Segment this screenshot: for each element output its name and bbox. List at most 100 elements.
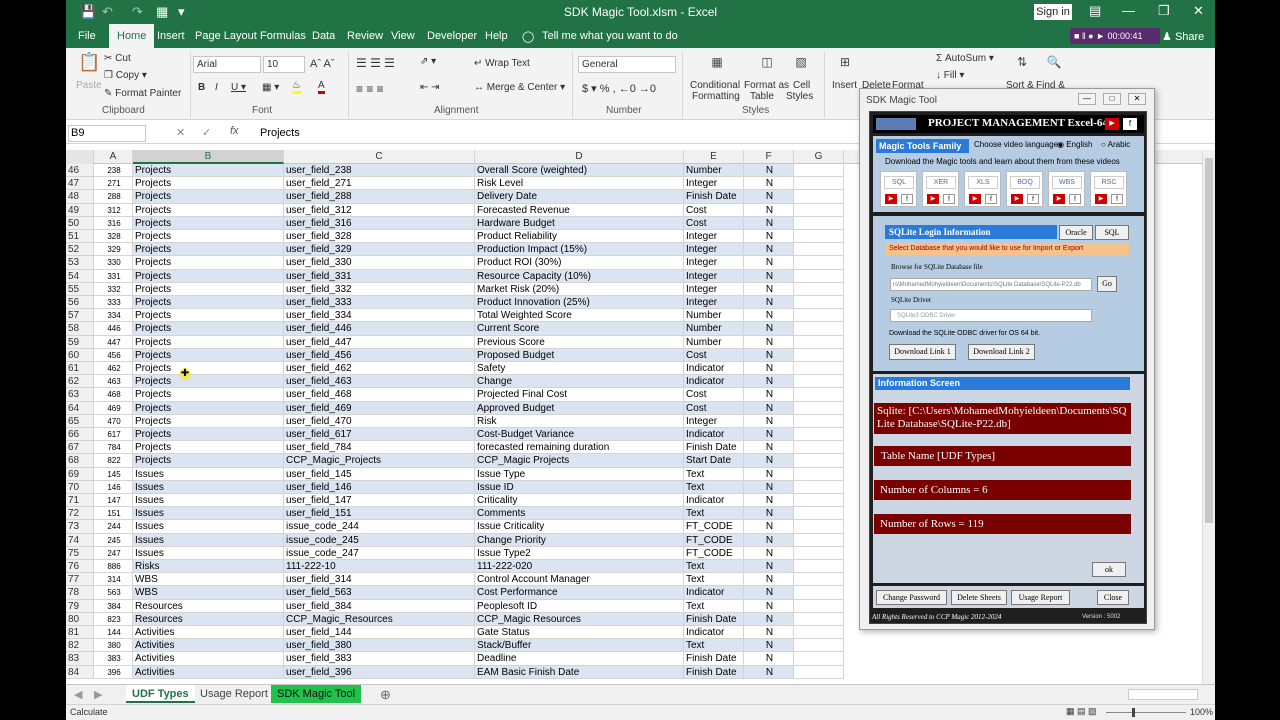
cell-c[interactable]: user_field_784	[284, 441, 475, 455]
row-header[interactable]: 74	[66, 533, 94, 547]
cell-g[interactable]	[794, 269, 844, 283]
cell-f[interactable]: N	[744, 322, 794, 336]
cell-d[interactable]: Issue Type2	[475, 546, 684, 560]
cell-a[interactable]: 333	[94, 296, 133, 310]
cell-d[interactable]: CCP_Magic Projects	[475, 454, 684, 468]
cell-e[interactable]: Finish Date	[684, 441, 744, 455]
cell-d[interactable]: Safety	[475, 362, 684, 376]
cell-g[interactable]	[794, 375, 844, 389]
cell-e[interactable]: FT_CODE	[684, 520, 744, 534]
cell-d[interactable]: Product ROI (30%)	[475, 256, 684, 270]
dialog-close-icon[interactable]: ✕	[1128, 93, 1146, 105]
cell-a[interactable]: 462	[94, 362, 133, 376]
cell-g[interactable]	[794, 177, 844, 191]
row-header[interactable]: 81	[66, 626, 94, 640]
cell-b[interactable]: Projects	[133, 348, 284, 362]
dialog-minimize-icon[interactable]: —	[1078, 93, 1096, 105]
column-header-f[interactable]: F	[744, 150, 794, 164]
align-top-icon[interactable]: ☰ ☰ ☰	[356, 56, 395, 70]
row-header[interactable]: 71	[66, 494, 94, 508]
fill-button[interactable]: ↓ Fill ▾	[936, 70, 964, 81]
tool-wbs-card[interactable]: WBS ▶ f	[1048, 171, 1085, 207]
cell-f[interactable]: N	[744, 243, 794, 257]
cell-d[interactable]: Stack/Buffer	[475, 639, 684, 653]
font-size-dropdown[interactable]: 10	[263, 56, 305, 73]
cell-e[interactable]: Indicator	[684, 586, 744, 600]
cell-c[interactable]: user_field_316	[284, 216, 475, 230]
cell-g[interactable]	[794, 230, 844, 244]
row-header[interactable]: 57	[66, 309, 94, 323]
cell-f[interactable]: N	[744, 216, 794, 230]
insert-cells-button[interactable]: Insert	[832, 80, 857, 91]
conditional-formatting-button[interactable]: Conditional	[690, 80, 740, 91]
cell-g[interactable]	[794, 296, 844, 310]
cell-c[interactable]: user_field_383	[284, 652, 475, 666]
cell-g[interactable]	[794, 626, 844, 640]
cell-f[interactable]: N	[744, 454, 794, 468]
driver-input[interactable]: SQLite3 ODBC Driver	[890, 309, 1092, 322]
column-header-c[interactable]: C	[284, 150, 475, 164]
cell-f[interactable]: N	[744, 362, 794, 376]
cell-f[interactable]: N	[744, 626, 794, 640]
cell-b[interactable]: Projects	[133, 243, 284, 257]
sql-button[interactable]: SQL	[1095, 225, 1129, 240]
cell-c[interactable]: user_field_151	[284, 507, 475, 521]
cell-f[interactable]: N	[744, 639, 794, 653]
cell-c[interactable]: user_field_334	[284, 309, 475, 323]
tab-file[interactable]: File	[78, 30, 96, 42]
row-header[interactable]: 67	[66, 441, 94, 455]
cell-b[interactable]: Projects	[133, 428, 284, 442]
cell-g[interactable]	[794, 560, 844, 574]
cell-b[interactable]: Projects	[133, 414, 284, 428]
cell-c[interactable]: user_field_331	[284, 269, 475, 283]
cell-c[interactable]: user_field_462	[284, 362, 475, 376]
cell-f[interactable]: N	[744, 203, 794, 217]
cell-f[interactable]: N	[744, 612, 794, 626]
cell-f[interactable]: N	[744, 494, 794, 508]
cell-c[interactable]: user_field_288	[284, 190, 475, 204]
cell-f[interactable]: N	[744, 401, 794, 415]
cell-b[interactable]: Projects	[133, 282, 284, 296]
grow-font-icon[interactable]: Aˆ Aˇ	[310, 58, 334, 70]
cell-a[interactable]: 144	[94, 626, 133, 640]
cell-c[interactable]: user_field_330	[284, 256, 475, 270]
row-header[interactable]: 84	[66, 665, 94, 679]
cell-d[interactable]: 111-222-020	[475, 560, 684, 574]
cell-d[interactable]: Deadline	[475, 652, 684, 666]
borders-icon[interactable]: ▦ ▾	[262, 82, 279, 93]
cell-b[interactable]: Projects	[133, 230, 284, 244]
cell-g[interactable]	[794, 164, 844, 178]
cell-b[interactable]: Activities	[133, 652, 284, 666]
cell-a[interactable]: 314	[94, 573, 133, 587]
insert-cells-icon[interactable]: ⊞	[834, 54, 856, 76]
row-header[interactable]: 59	[66, 335, 94, 349]
cell-e[interactable]: FT_CODE	[684, 546, 744, 560]
cell-d[interactable]: CCP_Magic Resources	[475, 612, 684, 626]
cell-g[interactable]	[794, 533, 844, 547]
cell-d[interactable]: Gate Status	[475, 626, 684, 640]
cell-e[interactable]: Finish Date	[684, 665, 744, 679]
cell-b[interactable]: Issues	[133, 467, 284, 481]
restore-icon[interactable]: ❐	[1158, 3, 1170, 19]
cell-c[interactable]: user_field_146	[284, 480, 475, 494]
cell-g[interactable]	[794, 586, 844, 600]
facebook-icon[interactable]: f	[1069, 194, 1081, 204]
cell-styles-button[interactable]: Cell	[793, 80, 810, 91]
horizontal-scrollbar[interactable]	[1128, 689, 1198, 700]
cell-c[interactable]: user_field_563	[284, 586, 475, 600]
cell-a[interactable]: 312	[94, 203, 133, 217]
change-password-button[interactable]: Change Password	[876, 590, 947, 605]
row-header[interactable]: 49	[66, 203, 94, 217]
cell-f[interactable]: N	[744, 665, 794, 679]
cell-f[interactable]: N	[744, 599, 794, 613]
youtube-icon[interactable]: ▶	[1095, 194, 1107, 204]
row-header[interactable]: 77	[66, 573, 94, 587]
cell-e[interactable]: Indicator	[684, 494, 744, 508]
cell-g[interactable]	[794, 612, 844, 626]
cell-b[interactable]: Projects	[133, 164, 284, 178]
cell-a[interactable]: 447	[94, 335, 133, 349]
select-all-corner[interactable]	[66, 150, 94, 164]
sort-filter-icon[interactable]: ⇅	[1012, 54, 1032, 74]
column-header-a[interactable]: A	[94, 150, 133, 164]
cell-e[interactable]: Start Date	[684, 454, 744, 468]
